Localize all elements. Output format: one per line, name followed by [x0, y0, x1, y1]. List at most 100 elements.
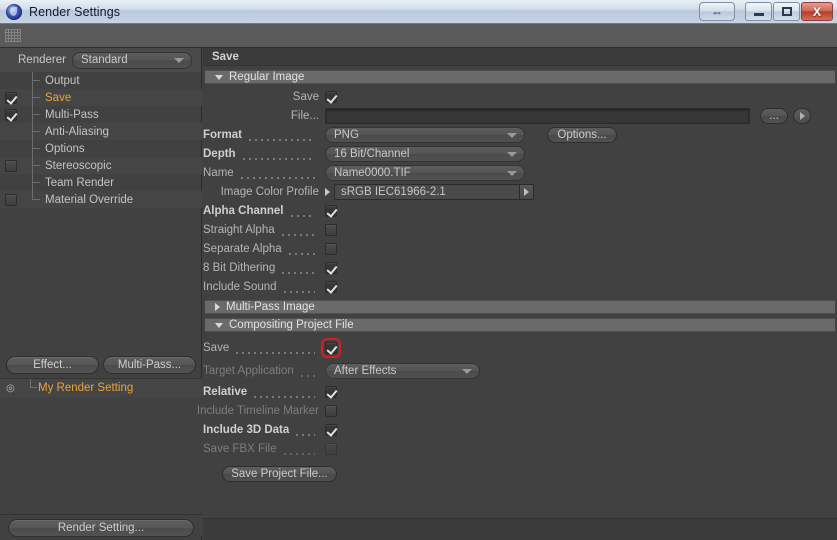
save-fbx-file-checkbox[interactable]	[325, 442, 337, 455]
chevron-down-icon	[173, 58, 184, 63]
chevron-right-icon[interactable]	[325, 187, 330, 196]
save-checkbox-slot[interactable]	[0, 91, 22, 104]
name-dropdown[interactable]: Name0000.TIF	[325, 164, 525, 181]
row-include-3d-data: Include 3D Data	[203, 420, 837, 439]
leader-dots	[286, 244, 315, 255]
8-bit-dithering-checkbox[interactable]	[325, 261, 337, 274]
minimize-button[interactable]	[745, 2, 772, 21]
depth-value: 16 Bit/Channel	[334, 147, 410, 160]
close-button[interactable]: X	[801, 2, 833, 21]
tree-stem	[22, 191, 44, 208]
section-header-compositing-project-file[interactable]: Compositing Project File	[205, 318, 835, 332]
image-color-profile-menu-button[interactable]	[519, 184, 533, 199]
sidebar-item-save[interactable]: Save	[0, 89, 202, 106]
row-compositing-save: Save	[203, 337, 837, 358]
target-application-value: After Effects	[334, 364, 397, 377]
row-depth: Depth 16 Bit/Channel	[203, 144, 837, 163]
effect-button[interactable]: Effect...	[6, 356, 99, 374]
image-color-profile-label: Image Color Profile	[220, 185, 319, 198]
file-menu-button[interactable]	[793, 107, 811, 124]
file-browse-button[interactable]: ...	[760, 107, 788, 124]
main-panel: Save Regular Image Save File... ... Form…	[197, 48, 837, 540]
relative-checkbox[interactable]	[325, 385, 337, 398]
straight-alpha-checkbox[interactable]	[325, 223, 337, 236]
sidebar-item-label: Output	[45, 74, 80, 87]
tree-stem	[22, 123, 44, 140]
regular-save-checkbox[interactable]	[325, 90, 337, 103]
resize-icon: ⇔	[711, 4, 723, 19]
row-target-application: Target Application After Effects	[203, 361, 837, 380]
target-application-dropdown[interactable]: After Effects	[325, 362, 480, 379]
leader-dots	[281, 282, 315, 293]
sidebar-item-options[interactable]: Options	[0, 140, 202, 157]
save-checkbox[interactable]	[5, 91, 17, 104]
chevron-down-icon	[507, 151, 517, 157]
row-regular-save: Save	[203, 87, 837, 106]
materialoverride-checkbox[interactable]	[5, 193, 17, 206]
render-setting-list: ◎ My Render Setting	[0, 378, 202, 536]
name-value: Name0000.TIF	[334, 166, 411, 179]
c4d-logo-icon	[6, 3, 22, 20]
sidebar-item-label: Save	[45, 91, 72, 104]
render-setting-item[interactable]: ◎ My Render Setting	[0, 379, 202, 397]
chevron-right-icon	[215, 303, 220, 311]
panel-footer	[203, 518, 837, 540]
leader-dots	[240, 149, 315, 160]
compositing-project-file-body: Save Target Application After Effects Re…	[197, 332, 837, 483]
leader-dots	[279, 225, 315, 236]
drag-grip-icon[interactable]	[5, 29, 21, 42]
multipass-checkbox[interactable]	[5, 108, 17, 121]
stereoscopic-checkbox-slot[interactable]	[0, 159, 22, 172]
sidebar-item-label: Anti-Aliasing	[45, 125, 109, 138]
save-fbx-file-label: Save FBX File	[203, 443, 325, 455]
sidebar-item-anti-aliasing[interactable]: Anti-Aliasing	[0, 123, 202, 140]
regular-image-body: Save File... ... Format PNG Options... D…	[203, 84, 837, 296]
render-setting-label: My Render Setting	[38, 382, 134, 394]
image-color-profile-field[interactable]: sRGB IEC61966-2.1	[334, 183, 534, 200]
alpha-channel-label: Alpha Channel	[203, 205, 325, 217]
section-header-regular-image[interactable]: Regular Image	[205, 70, 835, 84]
render-setting-button-wrap: Render Setting...	[0, 514, 202, 540]
compositing-save-checkbox[interactable]	[321, 337, 341, 358]
image-color-profile-value: sRGB IEC61966-2.1	[341, 185, 446, 198]
stereoscopic-checkbox[interactable]	[5, 159, 17, 172]
leader-dots	[246, 130, 315, 141]
format-label: Format	[203, 129, 325, 141]
sidebar-item-label: Team Render	[45, 176, 115, 189]
sidebar-item-label: Options	[45, 142, 85, 155]
sidebar-item-material-override[interactable]: Material Override	[0, 191, 202, 208]
multi-pass-button[interactable]: Multi-Pass...	[103, 356, 196, 374]
sidebar-item-label: Multi-Pass	[45, 108, 99, 121]
include-3d-data-label: Include 3D Data	[203, 424, 325, 436]
include-3d-data-checkbox[interactable]	[325, 423, 337, 436]
leader-dots	[298, 366, 315, 377]
format-options-button[interactable]: Options...	[547, 126, 617, 143]
sidebar-item-output[interactable]: Output	[0, 72, 202, 89]
row-8-bit-dithering: 8 Bit Dithering	[203, 258, 837, 277]
include-sound-checkbox[interactable]	[325, 280, 337, 293]
file-path-input[interactable]	[325, 107, 750, 124]
materialoverride-checkbox-slot[interactable]	[0, 193, 22, 206]
sidebar-item-stereoscopic[interactable]: Stereoscopic	[0, 157, 202, 174]
multipass-checkbox-slot[interactable]	[0, 108, 22, 121]
regular-file-label: File...	[290, 109, 319, 122]
sidebar-item-team-render[interactable]: Team Render	[0, 174, 202, 191]
row-regular-file: File... ...	[203, 106, 837, 125]
renderer-dropdown[interactable]: Standard	[71, 51, 192, 69]
depth-dropdown[interactable]: 16 Bit/Channel	[325, 145, 525, 162]
render-setting-button[interactable]: Render Setting...	[8, 518, 194, 537]
resize-button[interactable]: ⇔	[699, 2, 735, 21]
separate-alpha-checkbox[interactable]	[325, 242, 337, 255]
straight-alpha-label: Straight Alpha	[203, 224, 325, 236]
alpha-channel-checkbox[interactable]	[325, 204, 337, 217]
section-title: Compositing Project File	[229, 319, 354, 331]
format-dropdown[interactable]: PNG	[325, 126, 525, 143]
save-project-file-button[interactable]: Save Project File...	[222, 465, 337, 482]
sidebar-item-multi-pass[interactable]: Multi-Pass	[0, 106, 202, 123]
section-header-multi-pass-image[interactable]: Multi-Pass Image	[205, 300, 835, 314]
leader-dots	[238, 168, 315, 179]
chevron-down-icon	[215, 322, 223, 328]
maximize-button[interactable]	[773, 2, 800, 21]
sidebar-item-label: Material Override	[45, 193, 134, 206]
include-timeline-marker-checkbox[interactable]	[325, 404, 337, 417]
